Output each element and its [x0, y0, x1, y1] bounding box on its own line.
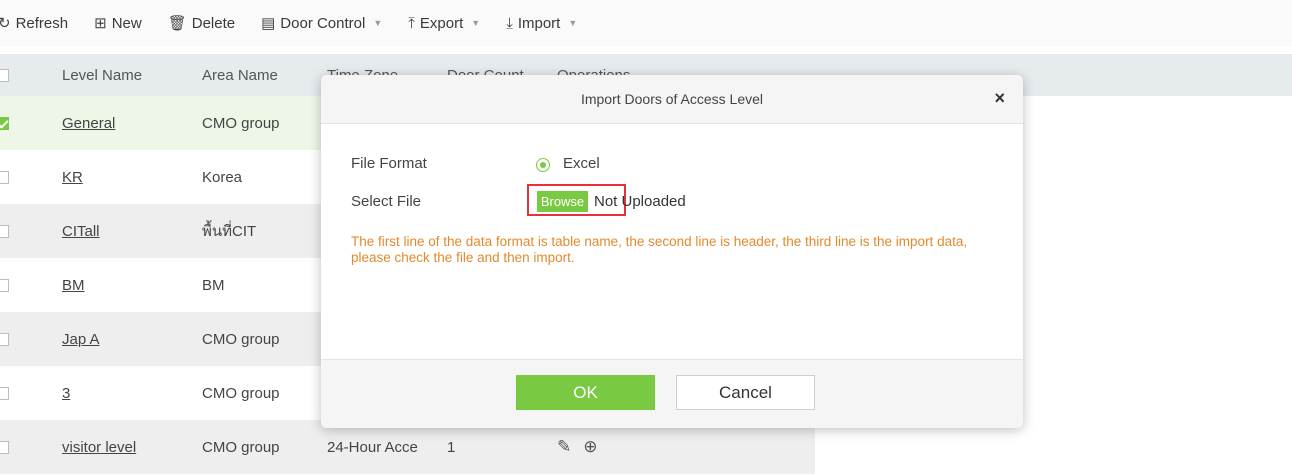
- browse-button[interactable]: Browse: [537, 191, 588, 212]
- select-file-label: Select File: [351, 193, 422, 210]
- dialog-header: Import Doors of Access Level ×: [321, 75, 1023, 124]
- import-doors-dialog: Import Doors of Access Level × File Form…: [321, 75, 1023, 428]
- ok-button[interactable]: OK: [516, 375, 655, 410]
- dialog-body: File Format Excel Select File Browse Not…: [321, 124, 1023, 360]
- dialog-title: Import Doors of Access Level: [580, 91, 764, 107]
- excel-radio[interactable]: [536, 158, 550, 172]
- cancel-button[interactable]: Cancel: [676, 375, 815, 410]
- excel-radio-label[interactable]: Excel: [563, 155, 600, 172]
- close-icon[interactable]: ×: [994, 88, 1005, 109]
- file-format-label: File Format: [351, 155, 427, 172]
- import-hint: The first line of the data format is tab…: [351, 234, 968, 265]
- upload-status: Not Uploaded: [594, 193, 686, 210]
- dialog-footer: OK Cancel: [321, 359, 1023, 428]
